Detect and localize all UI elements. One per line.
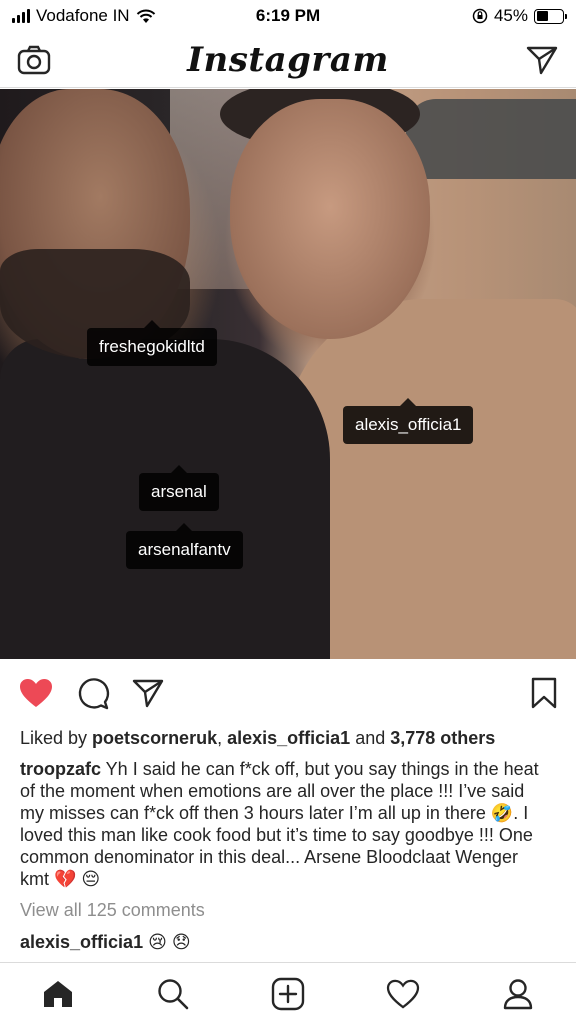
search-icon <box>158 978 189 1009</box>
direct-message-icon <box>526 46 558 74</box>
photo-tag[interactable]: freshegokidltd <box>87 328 217 366</box>
post-actions-left <box>18 676 164 710</box>
caption-username[interactable]: troopzafc <box>20 759 101 779</box>
activity-icon <box>387 979 420 1009</box>
tab-profile[interactable] <box>490 970 546 1018</box>
view-all-comments-link[interactable]: View all 125 comments <box>20 900 205 921</box>
carrier-name: Vodafone IN <box>36 6 130 25</box>
photo-tag[interactable]: alexis_officia1 <box>343 406 474 444</box>
camera-button[interactable] <box>16 42 52 78</box>
photo-tag[interactable]: arsenal <box>139 473 219 511</box>
wifi-icon <box>136 9 155 23</box>
share-icon[interactable] <box>132 678 164 708</box>
liker-username[interactable]: poetscorneruk <box>92 728 217 748</box>
new-post-icon <box>271 977 305 1010</box>
tab-search[interactable] <box>145 970 201 1018</box>
comment-row: alexis_officia1 😢 😞 <box>20 932 191 953</box>
tab-home[interactable] <box>30 970 86 1018</box>
rotation-lock-icon <box>472 8 488 24</box>
battery-fill <box>536 11 548 21</box>
heart-filled-icon[interactable] <box>18 677 54 709</box>
battery-icon <box>534 8 567 24</box>
post-photo[interactable]: freshegokidltd alexis_officia1 arsenal a… <box>0 89 576 659</box>
likes-summary: Liked by poetscorneruk, alexis_officia1 … <box>20 726 560 750</box>
camera-icon <box>17 45 51 74</box>
profile-icon <box>504 978 533 1009</box>
person-right-face <box>230 99 430 339</box>
home-icon <box>43 980 72 1007</box>
post-caption: troopzafc Yh I said he can f*ck off, but… <box>20 758 540 890</box>
direct-message-button[interactable] <box>524 42 560 78</box>
likes-prefix: Liked by <box>20 728 93 748</box>
app-logo: Instagram <box>187 39 389 80</box>
status-time: 6:19 PM <box>255 6 321 25</box>
liker-username[interactable]: alexis_officia1 <box>227 728 350 748</box>
comment-username[interactable]: alexis_officia1 <box>20 932 143 952</box>
likes-and: and <box>350 728 391 748</box>
comment-icon[interactable] <box>76 676 110 710</box>
post-actions <box>0 668 576 718</box>
tab-activity[interactable] <box>375 970 431 1018</box>
comment-text: 😢 😞 <box>143 932 191 952</box>
status-right: 45% <box>472 6 567 26</box>
background-car <box>406 99 576 179</box>
likes-count[interactable]: 3,778 others <box>390 728 495 748</box>
bookmark-icon[interactable] <box>530 677 558 709</box>
status-bar: Vodafone IN 6:19 PM 45% <box>0 0 576 32</box>
app-header: Instagram <box>0 32 576 88</box>
signal-icon <box>12 9 30 23</box>
photo-tag[interactable]: arsenalfantv <box>126 531 243 569</box>
likes-separator: , <box>217 728 228 748</box>
status-left: Vodafone IN <box>12 6 156 26</box>
tab-new-post[interactable] <box>260 970 316 1018</box>
bottom-tab-bar <box>0 962 576 1024</box>
battery-percent: 45% <box>493 6 528 25</box>
